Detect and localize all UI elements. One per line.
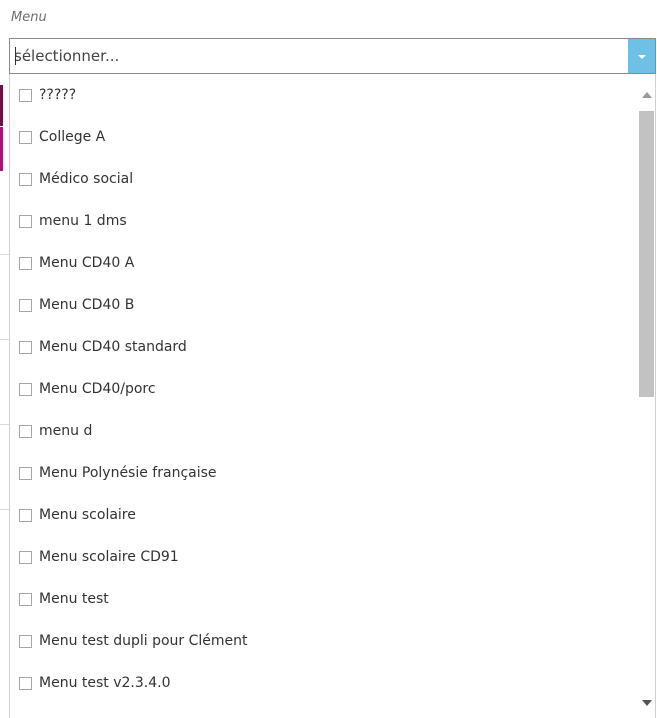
checkbox[interactable] bbox=[19, 634, 32, 648]
scroll-down-arrow-icon[interactable] bbox=[642, 700, 652, 706]
list-item[interactable]: Menu scolaire CD91 bbox=[10, 536, 632, 578]
checkbox[interactable] bbox=[19, 256, 32, 270]
checkbox[interactable] bbox=[19, 382, 32, 396]
checkbox[interactable] bbox=[19, 340, 32, 354]
menu-select-screen: Menu ????? College A Médico social menu 1 d… bbox=[0, 0, 657, 718]
checkbox[interactable] bbox=[19, 298, 32, 312]
option-list: ????? College A Médico social menu 1 dms Men… bbox=[10, 74, 632, 704]
list-item[interactable]: Menu CD40 B bbox=[10, 284, 632, 326]
list-item[interactable]: College A bbox=[10, 116, 632, 158]
checkbox[interactable] bbox=[19, 592, 32, 606]
scroll-up-arrow-icon[interactable] bbox=[642, 92, 652, 98]
option-label: College A bbox=[39, 129, 106, 145]
dropdown-list: ????? College A Médico social menu 1 dms Men… bbox=[9, 74, 656, 718]
option-label: Menu CD40 B bbox=[39, 297, 135, 313]
select-search-input[interactable] bbox=[14, 39, 624, 73]
background-accent-bar bbox=[0, 127, 3, 171]
background-divider bbox=[0, 339, 9, 340]
list-item[interactable]: Menu CD40/porc bbox=[10, 368, 632, 410]
menu-select[interactable] bbox=[9, 38, 656, 74]
option-label: Médico social bbox=[39, 171, 134, 187]
background-divider bbox=[0, 254, 9, 255]
list-item[interactable]: Médico social bbox=[10, 158, 632, 200]
option-label: Menu test bbox=[39, 591, 109, 607]
list-item[interactable]: ????? bbox=[10, 74, 632, 116]
option-label: menu d bbox=[39, 423, 93, 439]
list-item[interactable]: Menu test bbox=[10, 578, 632, 620]
option-label: ????? bbox=[39, 87, 77, 103]
checkbox[interactable] bbox=[19, 676, 32, 690]
option-label: Menu scolaire CD91 bbox=[39, 549, 179, 565]
dropdown-toggle-button[interactable] bbox=[628, 39, 655, 73]
scrollbar[interactable] bbox=[638, 74, 655, 718]
checkbox[interactable] bbox=[19, 466, 32, 480]
checkbox[interactable] bbox=[19, 550, 32, 564]
option-label: Menu CD40 A bbox=[39, 255, 135, 271]
checkbox[interactable] bbox=[19, 214, 32, 228]
scrollbar-thumb[interactable] bbox=[639, 111, 654, 397]
checkbox[interactable] bbox=[19, 172, 32, 186]
list-item[interactable]: Menu test dupli pour Clément bbox=[10, 620, 632, 662]
option-label: Menu scolaire bbox=[39, 507, 136, 523]
option-label: Menu test dupli pour Clément bbox=[39, 633, 248, 649]
option-label: Menu test v2.3.4.0 bbox=[39, 675, 171, 691]
text-caret bbox=[15, 47, 16, 65]
list-item[interactable]: menu d bbox=[10, 410, 632, 452]
checkbox[interactable] bbox=[19, 508, 32, 522]
background-accent-bar bbox=[0, 85, 3, 126]
option-label: menu 1 dms bbox=[39, 213, 127, 229]
list-item[interactable]: Menu scolaire bbox=[10, 494, 632, 536]
field-label: Menu bbox=[11, 10, 47, 25]
option-label: Menu Polynésie française bbox=[39, 465, 217, 481]
checkbox[interactable] bbox=[19, 88, 32, 102]
option-label: Menu CD40 standard bbox=[39, 339, 187, 355]
checkbox[interactable] bbox=[19, 424, 32, 438]
background-divider bbox=[0, 509, 9, 510]
checkbox[interactable] bbox=[19, 130, 32, 144]
list-item[interactable]: Menu test v2.3.4.0 bbox=[10, 662, 632, 704]
list-item[interactable]: Menu Polynésie française bbox=[10, 452, 632, 494]
list-item[interactable]: Menu CD40 A bbox=[10, 242, 632, 284]
list-item[interactable]: Menu CD40 standard bbox=[10, 326, 632, 368]
chevron-down-icon bbox=[638, 55, 646, 59]
list-item[interactable]: menu 1 dms bbox=[10, 200, 632, 242]
option-label: Menu CD40/porc bbox=[39, 381, 156, 397]
background-divider bbox=[0, 424, 9, 425]
